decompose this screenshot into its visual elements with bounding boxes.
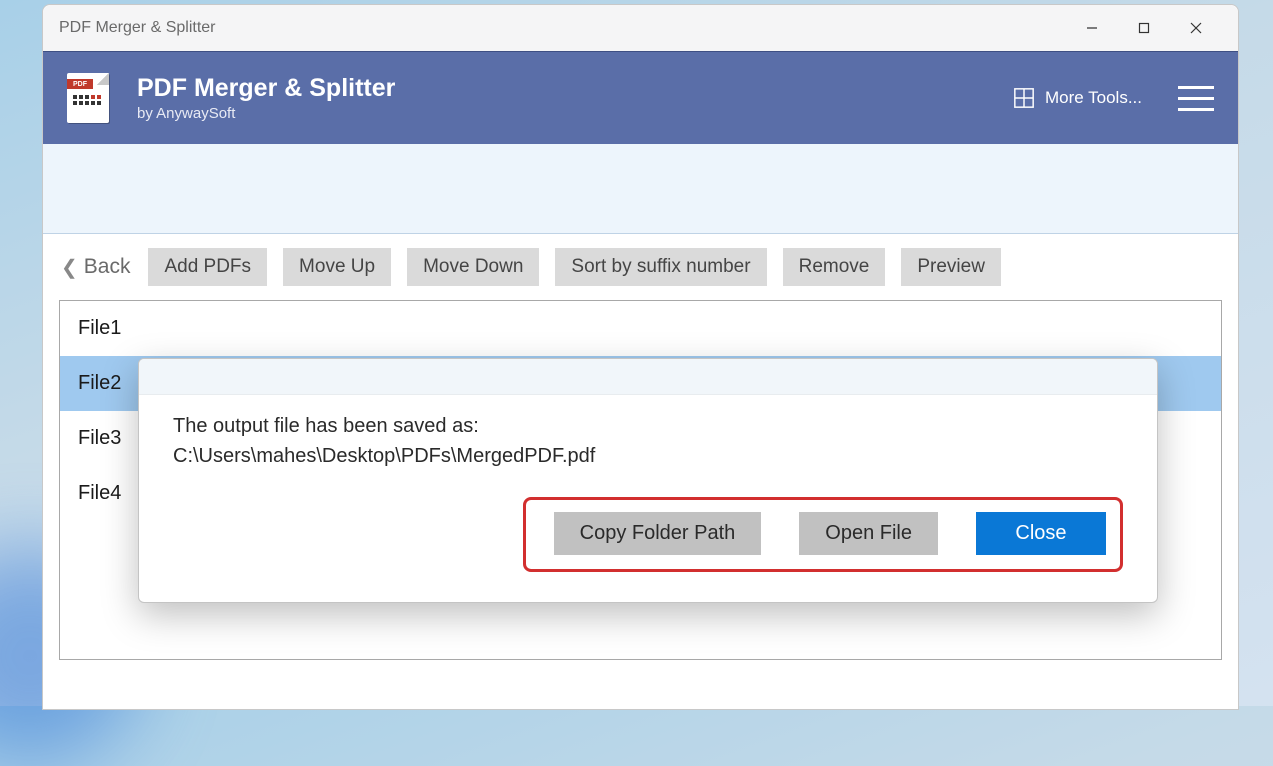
app-title: PDF Merger & Splitter xyxy=(137,74,1013,103)
app-subtitle: by AnywaySoft xyxy=(137,105,1013,122)
dialog-header-strip xyxy=(139,359,1157,395)
more-tools-label: More Tools... xyxy=(1045,88,1142,108)
dialog-message-line2: C:\Users\mahes\Desktop\PDFs\MergedPDF.pd… xyxy=(173,441,1123,471)
preview-button[interactable]: Preview xyxy=(901,248,1001,286)
back-label: Back xyxy=(84,255,131,279)
add-pdfs-button[interactable]: Add PDFs xyxy=(148,248,267,286)
open-file-button[interactable]: Open File xyxy=(799,512,938,555)
titlebar: PDF Merger & Splitter xyxy=(43,5,1238,51)
window-minimize-button[interactable] xyxy=(1066,5,1118,51)
window-close-button[interactable] xyxy=(1170,5,1222,51)
app-header: PDF PDF Merger & Splitter by AnywaySoft … xyxy=(43,51,1238,144)
subheader xyxy=(43,144,1238,234)
list-item[interactable]: File1 xyxy=(60,301,1221,356)
window-maximize-button[interactable] xyxy=(1118,5,1170,51)
save-confirmation-dialog: The output file has been saved as: C:\Us… xyxy=(138,358,1158,603)
remove-button[interactable]: Remove xyxy=(783,248,886,286)
more-tools-button[interactable]: More Tools... xyxy=(1013,87,1142,109)
copy-folder-path-button[interactable]: Copy Folder Path xyxy=(554,512,762,555)
back-button[interactable]: ❮ Back xyxy=(59,251,132,284)
toolbar: ❮ Back Add PDFs Move Up Move Down Sort b… xyxy=(43,234,1238,300)
move-down-button[interactable]: Move Down xyxy=(407,248,539,286)
dialog-action-group: Copy Folder Path Open File Close xyxy=(523,497,1123,572)
close-dialog-button[interactable]: Close xyxy=(976,512,1106,555)
chevron-left-icon: ❮ xyxy=(61,255,78,280)
sort-by-suffix-button[interactable]: Sort by suffix number xyxy=(555,248,766,286)
dialog-message-line1: The output file has been saved as: xyxy=(173,411,1123,441)
window-title: PDF Merger & Splitter xyxy=(59,19,1066,37)
move-up-button[interactable]: Move Up xyxy=(283,248,391,286)
app-logo-icon: PDF xyxy=(67,73,109,123)
grid-icon xyxy=(1013,87,1035,109)
application-window: PDF Merger & Splitter PDF PDF Merger & S… xyxy=(42,4,1239,710)
hamburger-menu-icon[interactable] xyxy=(1178,86,1214,111)
